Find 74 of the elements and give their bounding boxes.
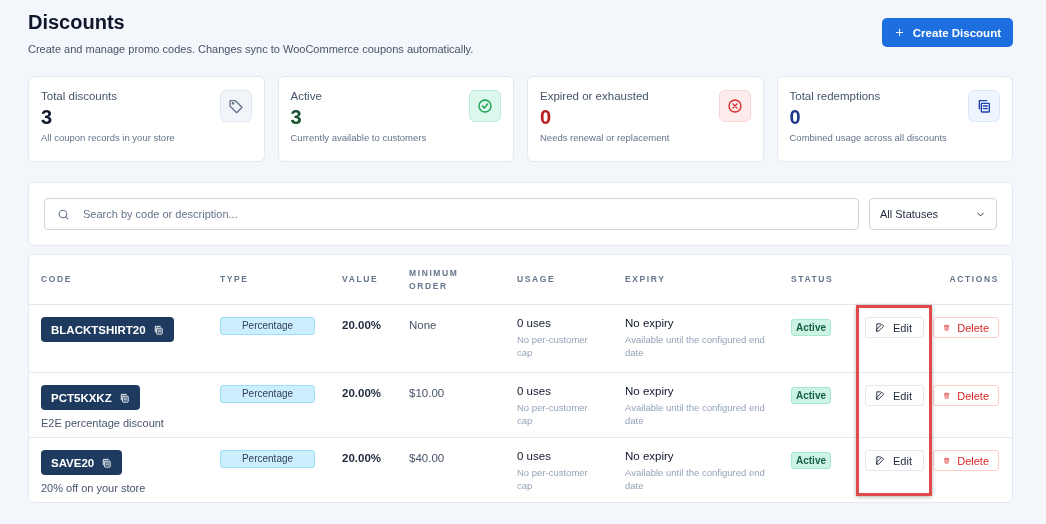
page-subtitle: Create and manage promo codes. Changes sync to WooCommerce coupons automatically. [28, 43, 474, 55]
stat-value: 3 [41, 106, 54, 129]
code-chip[interactable]: SAVE20 [41, 450, 123, 475]
usage-note: No per-customer cap [517, 466, 589, 492]
type-badge: Percentage [220, 317, 315, 335]
usage-note: No per-customer cap [517, 401, 589, 427]
table-cell-text: $10.00 [409, 386, 446, 399]
column-header: TYPE [220, 273, 250, 286]
stat-label: Total redemptions [789, 90, 882, 102]
trash-icon [943, 455, 951, 466]
type-badge: Percentage [220, 385, 315, 403]
x-circle-icon [726, 98, 743, 114]
table-cell-text: 20.00% [342, 318, 382, 331]
stat-label: Total discounts [41, 90, 119, 102]
table-cell-text: 20.00% [342, 451, 382, 464]
table-cell-text: $40.00 [409, 451, 446, 464]
code-description: E2E percentage discount [41, 417, 164, 429]
table-cell-text: 20.00% [342, 386, 382, 399]
usage-text: 0 uses [517, 317, 552, 329]
status-badge: Active [791, 319, 831, 336]
code-description: 20% off on your store [41, 482, 146, 494]
expiry-text: No expiry [625, 385, 675, 397]
status-dropdown[interactable]: All Statuses [869, 198, 997, 230]
type-badge: Percentage [220, 450, 315, 468]
expiry-note: Available until the configured end date [625, 333, 765, 359]
column-header: MINIMUM ORDER [409, 266, 460, 293]
stat-label: Active [290, 90, 323, 102]
edit-button[interactable]: Edit [865, 317, 924, 338]
stat-value: 0 [540, 106, 553, 129]
stat-value: 3 [290, 106, 303, 129]
trash-icon [943, 322, 951, 333]
column-header: STATUS [791, 273, 835, 286]
delete-button[interactable]: Delete [933, 317, 999, 338]
page-title: Discounts [28, 11, 126, 34]
copy-icon [118, 391, 130, 404]
pencil-icon [875, 390, 886, 401]
check-circle-icon [477, 98, 493, 114]
expiry-text: No expiry [625, 317, 675, 329]
stat-note: All coupon records in your store [41, 132, 175, 143]
usage-text: 0 uses [517, 450, 552, 462]
tag-icon [227, 98, 244, 114]
stat-note: Needs renewal or replacement [540, 132, 670, 143]
column-header: EXPIRY [625, 273, 667, 286]
search-field[interactable]: Search by code or description... [44, 198, 859, 230]
usage-text: 0 uses [517, 385, 552, 397]
delete-button[interactable]: Delete [933, 450, 999, 471]
expiry-note: Available until the configured end date [625, 401, 765, 427]
usage-note: No per-customer cap [517, 333, 589, 359]
clipboard-icon [976, 98, 992, 114]
code-chip[interactable]: BLACKTSHIRT20 [41, 317, 174, 342]
stat-label: Expired or exhausted [540, 90, 650, 102]
expiry-text: No expiry [625, 450, 675, 462]
edit-button[interactable]: Edit [865, 450, 924, 471]
code-chip[interactable]: PCT5KXKZ [41, 385, 140, 410]
edit-button[interactable]: Edit [865, 385, 924, 406]
column-header: ACTIONS [948, 273, 999, 286]
delete-button[interactable]: Delete [933, 385, 999, 406]
plus-icon [893, 27, 905, 38]
table-cell-text: None [409, 318, 438, 331]
copy-icon [152, 323, 164, 336]
copy-icon [101, 456, 113, 469]
column-header: CODE [41, 273, 73, 286]
status-badge: Active [791, 387, 831, 404]
stat-value: 0 [789, 106, 802, 129]
status-badge: Active [791, 452, 831, 469]
stat-note: Combined usage across all discounts [789, 132, 947, 143]
expiry-note: Available until the configured end date [625, 466, 765, 492]
pencil-icon [875, 455, 886, 466]
trash-icon [943, 390, 951, 401]
stat-note: Currently available to customers [290, 132, 427, 143]
column-header: VALUE [342, 273, 380, 286]
create-discount-button[interactable]: Create Discount [881, 18, 1013, 47]
column-header: USAGE [517, 273, 557, 286]
pencil-icon [875, 322, 886, 333]
